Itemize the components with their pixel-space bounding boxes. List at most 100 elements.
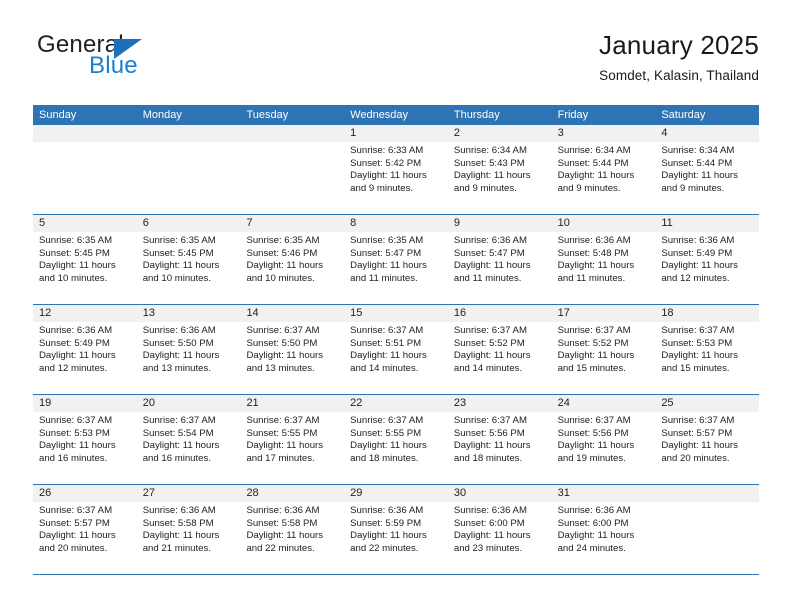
day-cell[interactable]: 10 Sunrise: 6:36 AM Sunset: 5:48 PM Dayligh… — [551, 215, 656, 304]
calendar-week-row: 26 Sunrise: 6:37 AM Sunset: 5:57 PM Dayligh… — [33, 485, 760, 575]
logo-text-blue: Blue — [89, 52, 138, 79]
day-detail-line: and 17 minutes. — [246, 452, 315, 464]
calendar-week-row: 12 Sunrise: 6:36 AM Sunset: 5:49 PM Dayligh… — [33, 305, 760, 395]
calendar-grid: Sunday Monday Tuesday Wednesday Thursday Frid… — [33, 105, 760, 575]
day-detail-line: Sunset: 5:52 PM — [453, 337, 525, 349]
day-cell[interactable]: 27 Sunrise: 6:36 AM Sunset: 5:58 PM Dayligh… — [136, 485, 241, 574]
day-detail-line: Sunset: 5:49 PM — [661, 247, 733, 259]
day-detail-line: Sunset: 5:44 PM — [661, 157, 733, 169]
day-cell[interactable]: 13 Sunrise: 6:36 AM Sunset: 5:50 PM Dayligh… — [136, 305, 241, 394]
day-detail-line: Sunrise: 6:37 AM — [350, 325, 424, 336]
day-cell[interactable]: 12 Sunrise: 6:36 AM Sunset: 5:49 PM Dayligh… — [33, 305, 137, 394]
day-detail-line: and 11 minutes. — [453, 272, 522, 284]
day-cell[interactable]: 17 Sunrise: 6:37 AM Sunset: 5:52 PM Dayligh… — [551, 305, 656, 394]
day-detail-line: Sunrise: 6:34 AM — [453, 145, 527, 156]
day-cell[interactable]: 3 Sunrise: 6:34 AM Sunset: 5:44 PM Daylight… — [551, 125, 656, 214]
day-detail-line: and 10 minutes. — [142, 272, 211, 284]
day-details: Sunrise: 6:36 AM Sunset: 5:49 PM Daylight:… — [655, 232, 759, 285]
day-detail-line: Sunrise: 6:37 AM — [350, 415, 424, 426]
day-number: 25 — [655, 395, 760, 412]
day-cell[interactable]: 9 Sunrise: 6:36 AM Sunset: 5:47 PM Daylight… — [447, 215, 552, 304]
day-cell[interactable]: 28 Sunrise: 6:36 AM Sunset: 5:58 PM Dayligh… — [240, 485, 345, 574]
day-cell[interactable]: 5 Sunrise: 6:35 AM Sunset: 5:45 PM Daylight… — [33, 215, 137, 304]
day-cell[interactable]: 22 Sunrise: 6:37 AM Sunset: 5:55 PM Dayligh… — [344, 395, 448, 484]
day-cell[interactable]: 1 Sunrise: 6:33 AM Sunset: 5:42 PM Daylight… — [344, 125, 448, 214]
weekday-header-row: Sunday Monday Tuesday Wednesday Thursday Frid… — [33, 105, 759, 125]
day-number: 4 — [655, 125, 760, 142]
day-cell[interactable]: 6 Sunrise: 6:35 AM Sunset: 5:45 PM Daylight… — [136, 215, 241, 304]
day-cell[interactable]: 19 Sunrise: 6:37 AM Sunset: 5:53 PM Dayligh… — [33, 395, 137, 484]
day-cell-empty — [655, 485, 760, 574]
day-detail-line: and 10 minutes. — [39, 272, 108, 284]
day-detail-line: and 20 minutes. — [661, 452, 730, 464]
day-detail-line: Daylight: 11 hours — [246, 530, 324, 542]
day-detail-line: Sunrise: 6:36 AM — [453, 235, 527, 246]
day-cell[interactable]: 31 Sunrise: 6:36 AM Sunset: 6:00 PM Dayligh… — [551, 485, 656, 574]
day-details: Sunrise: 6:35 AM Sunset: 5:47 PM Daylight:… — [344, 232, 448, 285]
day-detail-line: Sunrise: 6:36 AM — [661, 235, 735, 246]
day-detail-line: Daylight: 11 hours — [661, 440, 738, 452]
day-cell[interactable]: 20 Sunrise: 6:37 AM Sunset: 5:54 PM Dayligh… — [136, 395, 241, 484]
day-detail-line: Sunrise: 6:36 AM — [246, 505, 320, 516]
day-details: Sunrise: 6:36 AM Sunset: 6:00 PM Daylight:… — [448, 502, 552, 555]
day-detail-line: Sunrise: 6:36 AM — [453, 505, 527, 516]
day-cell[interactable]: 18 Sunrise: 6:37 AM Sunset: 5:53 PM Dayligh… — [655, 305, 760, 394]
day-details: Sunrise: 6:36 AM Sunset: 5:58 PM Daylight:… — [240, 502, 344, 555]
day-number: 23 — [447, 395, 552, 412]
day-details: Sunrise: 6:37 AM Sunset: 5:57 PM Daylight:… — [33, 502, 137, 555]
day-detail-line: Sunset: 5:48 PM — [557, 247, 629, 259]
day-detail-line: Daylight: 11 hours — [350, 350, 427, 362]
day-detail-line: Daylight: 11 hours — [246, 260, 324, 272]
day-detail-line: Sunrise: 6:37 AM — [246, 415, 320, 426]
weekday-header-monday: Monday — [142, 109, 182, 121]
day-cell[interactable]: 8 Sunrise: 6:35 AM Sunset: 5:47 PM Daylight… — [344, 215, 448, 304]
day-details: Sunrise: 6:35 AM Sunset: 5:45 PM Daylight:… — [33, 232, 137, 285]
day-number — [136, 125, 241, 142]
calendar-weeks: 1 Sunrise: 6:33 AM Sunset: 5:42 PM Daylight… — [33, 125, 760, 575]
day-cell[interactable]: 15 Sunrise: 6:37 AM Sunset: 5:51 PM Dayligh… — [344, 305, 448, 394]
day-cell-empty — [240, 125, 345, 214]
day-detail-line: Sunset: 5:49 PM — [39, 337, 110, 349]
day-cell[interactable]: 25 Sunrise: 6:37 AM Sunset: 5:57 PM Dayligh… — [655, 395, 760, 484]
day-details: Sunrise: 6:34 AM Sunset: 5:43 PM Daylight:… — [448, 142, 552, 195]
day-detail-line: Daylight: 11 hours — [142, 530, 220, 542]
day-cell[interactable]: 29 Sunrise: 6:36 AM Sunset: 5:59 PM Dayligh… — [344, 485, 448, 574]
day-cell[interactable]: 30 Sunrise: 6:36 AM Sunset: 6:00 PM Dayligh… — [447, 485, 552, 574]
day-cell[interactable]: 11 Sunrise: 6:36 AM Sunset: 5:49 PM Dayligh… — [655, 215, 760, 304]
day-number: 1 — [344, 125, 448, 142]
day-number: 3 — [551, 125, 656, 142]
day-cell[interactable]: 4 Sunrise: 6:34 AM Sunset: 5:44 PM Daylight… — [655, 125, 760, 214]
day-cell[interactable]: 7 Sunrise: 6:35 AM Sunset: 5:46 PM Daylight… — [240, 215, 345, 304]
day-detail-line: Sunset: 5:45 PM — [39, 247, 110, 259]
day-cell[interactable]: 2 Sunrise: 6:34 AM Sunset: 5:43 PM Daylight… — [447, 125, 552, 214]
page-subtitle: Somdet, Kalasin, Thailand — [599, 68, 759, 83]
day-detail-line: Sunrise: 6:37 AM — [557, 415, 631, 426]
calendar-week-row: 5 Sunrise: 6:35 AM Sunset: 5:45 PM Daylight… — [33, 215, 760, 305]
day-details: Sunrise: 6:37 AM Sunset: 5:50 PM Daylight:… — [240, 322, 344, 375]
page-title: January 2025 — [599, 30, 759, 60]
day-number: 14 — [240, 305, 345, 322]
day-detail-line: Sunset: 5:57 PM — [661, 427, 733, 439]
day-details — [33, 142, 137, 145]
day-detail-line: Daylight: 11 hours — [350, 440, 427, 452]
day-detail-line: and 12 minutes. — [39, 362, 108, 374]
day-detail-line: Daylight: 11 hours — [453, 440, 531, 452]
day-detail-line: Sunrise: 6:34 AM — [557, 145, 631, 156]
day-detail-line: Sunrise: 6:35 AM — [246, 235, 320, 246]
day-cell[interactable]: 14 Sunrise: 6:37 AM Sunset: 5:50 PM Dayligh… — [240, 305, 345, 394]
day-cell[interactable]: 23 Sunrise: 6:37 AM Sunset: 5:56 PM Dayligh… — [447, 395, 552, 484]
day-number: 8 — [344, 215, 448, 232]
day-details: Sunrise: 6:36 AM Sunset: 5:48 PM Daylight:… — [552, 232, 656, 285]
day-cell[interactable]: 16 Sunrise: 6:37 AM Sunset: 5:52 PM Dayligh… — [447, 305, 552, 394]
day-details: Sunrise: 6:37 AM Sunset: 5:51 PM Daylight:… — [344, 322, 448, 375]
day-detail-line: and 22 minutes. — [350, 542, 419, 554]
general-blue-logo[interactable]: General Blue — [33, 28, 293, 86]
day-details: Sunrise: 6:37 AM Sunset: 5:53 PM Daylight:… — [33, 412, 137, 465]
day-cell[interactable]: 26 Sunrise: 6:37 AM Sunset: 5:57 PM Dayligh… — [33, 485, 137, 574]
day-cell[interactable]: 21 Sunrise: 6:37 AM Sunset: 5:55 PM Dayligh… — [240, 395, 345, 484]
day-details: Sunrise: 6:37 AM Sunset: 5:53 PM Daylight:… — [655, 322, 759, 375]
day-details — [240, 142, 344, 145]
day-detail-line: and 12 minutes. — [661, 272, 730, 284]
day-number: 5 — [33, 215, 137, 232]
day-cell[interactable]: 24 Sunrise: 6:37 AM Sunset: 5:56 PM Dayligh… — [551, 395, 656, 484]
